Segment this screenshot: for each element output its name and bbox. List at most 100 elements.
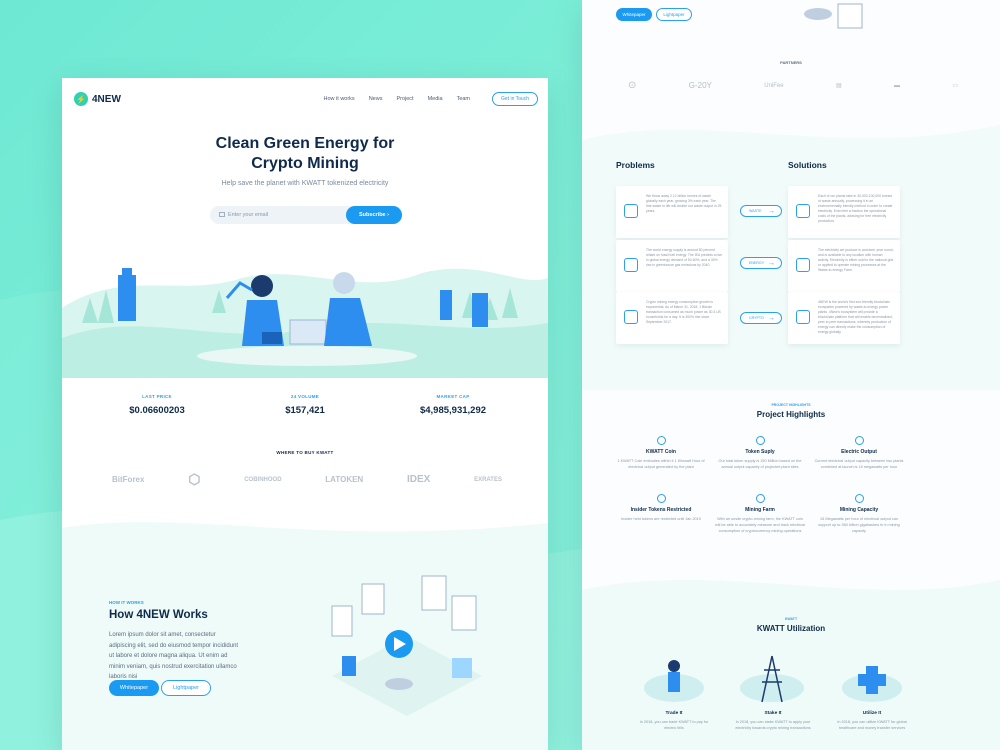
partner-unifee[interactable]: UniFee <box>764 83 783 89</box>
stat-value: $4,985,931,292 <box>419 405 487 416</box>
hero-title: Clean Green Energy for Crypto Mining <box>62 134 548 174</box>
logo-bolt-icon[interactable]: ⚡ <box>74 92 88 106</box>
nav-link-media[interactable]: Media <box>428 96 443 102</box>
highlight-title: Electric Output <box>841 449 877 455</box>
problem-text: We throw away 2.12 billion tonnes of was… <box>646 194 722 213</box>
highlight-title: Token Suply <box>745 449 775 455</box>
stat-label: LAST PRICE <box>142 394 172 399</box>
top-nav: ⚡ 4NEW How it works News Project Media T… <box>74 89 538 109</box>
crypto-pill[interactable]: CRYPTO → <box>740 312 782 324</box>
plant-icon <box>796 204 810 218</box>
solution-card: The electricity we produce is constant, … <box>788 240 900 292</box>
solution-text: The electricity we produce is constant, … <box>818 248 894 272</box>
solution-text: Each of our plants take in 30,000-100,00… <box>818 194 893 223</box>
util-desc: In 2018, you can trade KWATT to pay for … <box>639 720 709 730</box>
pill-label: ENERGY <box>749 261 765 265</box>
landing-page-card: ⚡ 4NEW How it works News Project Media T… <box>62 78 548 750</box>
partner-logo-5-icon[interactable]: ▬ <box>894 83 900 89</box>
partner-g20y[interactable]: G-20Y <box>689 81 712 90</box>
waste-pill[interactable]: WASTE → <box>740 205 782 217</box>
stat-24-volume: 24 VOLUME $157,421 <box>240 394 370 416</box>
lock-icon <box>656 494 666 503</box>
highlight-title: KWATT Coin <box>646 449 676 455</box>
nav-link-team[interactable]: Team <box>457 96 470 102</box>
util-desc: In 2018, you can stake KWATT to apply yo… <box>735 720 811 730</box>
pill-label: CRYPTO <box>749 316 764 320</box>
problem-text: The world energy supply is around 80 per… <box>646 248 723 267</box>
lightpaper-button[interactable]: Lightpaper <box>161 680 211 696</box>
solutions-title: Solutions <box>788 160 827 170</box>
bolt-icon <box>854 436 864 445</box>
logo-text[interactable]: 4NEW <box>92 94 121 105</box>
energy-pill[interactable]: ENERGY → <box>740 257 782 269</box>
exchange-exrates[interactable]: EXRATES <box>474 477 502 483</box>
nav-link-news[interactable]: News <box>369 96 383 102</box>
email-placeholder: Enter your email <box>228 212 269 218</box>
arrow-right-icon: → <box>768 259 775 267</box>
highlight-desc: Insider held tokens are restricted until… <box>621 517 701 521</box>
highlight-item: Insider Tokens Restricted Insider held to… <box>616 494 706 522</box>
stat-last-price: LAST PRICE $0.06600203 <box>92 394 222 416</box>
nav-link-how-it-works[interactable]: How it works <box>324 96 355 102</box>
details-page-card: Whitepaper Lightpaper PARTNERS ⊙ G-20Y U… <box>582 0 1000 750</box>
partners-label: PARTNERS <box>780 60 802 65</box>
stat-label: 24 VOLUME <box>290 394 320 399</box>
highlight-desc: With an onsite crypto-mining farm, the K… <box>715 517 805 533</box>
problems-title: Problems <box>616 160 655 170</box>
mail-icon <box>219 212 225 217</box>
highlights-kicker: PROJECT HIGHLIGHTS <box>771 403 811 407</box>
whitepaper-button[interactable]: Whitepaper <box>616 8 652 21</box>
pill-label: WASTE <box>749 209 762 213</box>
hero-illustration <box>62 268 548 378</box>
solution-card: Each of our plants take in 30,000-100,00… <box>788 186 900 238</box>
highlight-item: Electric Output Current electrical output… <box>814 436 904 470</box>
hero-subtitle: Help save the planet with KWATT tokenize… <box>221 180 389 187</box>
server-icon <box>755 494 765 503</box>
gauge-icon <box>854 494 864 503</box>
lightpaper-button[interactable]: Lightpaper <box>656 8 692 21</box>
util-title: Trade It <box>665 711 683 716</box>
trash-icon <box>624 204 638 218</box>
how-body: Lorem ipsum dolor sit amet, consectetur … <box>109 632 239 680</box>
stat-value: $157,421 <box>285 405 325 416</box>
arrow-right-icon: → <box>768 207 775 215</box>
exchange-idex[interactable]: IDEX <box>407 474 430 485</box>
highlight-item: Token Suply Our total token supply is 150… <box>715 436 805 470</box>
partner-logo-6-icon[interactable]: ▭ <box>952 82 958 89</box>
hero-title-line2: Crypto Mining <box>251 155 359 172</box>
highlight-title: Mining Farm <box>745 507 775 513</box>
partner-wmc-icon[interactable]: ▤ <box>836 82 842 89</box>
problem-text: Crypto mining energy consumption growth … <box>646 300 721 324</box>
highlight-desc: 1 KWATT Coin embodies within it 1 Kilowa… <box>617 459 705 469</box>
token-icon <box>755 436 765 445</box>
partner-logos: ⊙ G-20Y UniFee ▤ ▬ ▭ <box>628 80 958 91</box>
problem-card: Crypto mining energy consumption growth … <box>616 292 728 344</box>
highlight-title: Insider Tokens Restricted <box>630 507 692 513</box>
utilization-title: KWATT Utilization <box>756 624 826 633</box>
exchange-logos: BitForex ⬡ COBINHOOD LATOKEN IDEX EXRATE… <box>112 471 502 488</box>
subscribe-button[interactable]: Subscribe › <box>346 206 402 224</box>
util-title: Stake It <box>764 711 782 716</box>
util-item: Trade It In 2018, you can trade KWATT to … <box>634 711 714 731</box>
get-in-touch-button[interactable]: Get in Touch <box>492 92 538 106</box>
problem-card: We throw away 2.12 billion tonnes of was… <box>616 186 728 238</box>
util-item: Stake It In 2018, you can stake KWATT to … <box>733 711 813 731</box>
how-it-works-illustration <box>331 575 482 716</box>
stat-value: $0.06600203 <box>129 405 185 416</box>
highlight-item: KWATT Coin 1 KWATT Coin embodies within i… <box>616 436 706 470</box>
where-to-buy-label: WHERE TO BUY KWATT <box>276 450 334 455</box>
whitepaper-button[interactable]: Whitepaper <box>109 680 159 696</box>
highlight-desc: 15 Megawatts per hour of electrical outp… <box>818 517 900 533</box>
email-input[interactable]: Enter your email Subscribe › <box>210 206 402 224</box>
exchange-latoken[interactable]: LATOKEN <box>325 475 363 484</box>
stat-label: MARKET CAP <box>436 394 470 399</box>
energy-icon <box>624 258 638 272</box>
exchange-hex-icon[interactable]: ⬡ <box>188 471 200 488</box>
util-title: Utilize It <box>862 711 882 716</box>
solution-card: 4NEW is the world's first eco-friendly b… <box>788 292 900 344</box>
utilization-illustrations <box>644 655 902 703</box>
partner-circle-icon[interactable]: ⊙ <box>628 80 636 91</box>
nav-link-project[interactable]: Project <box>396 96 413 102</box>
exchange-bitforex[interactable]: BitForex <box>112 475 144 484</box>
exchange-cobinhood[interactable]: COBINHOOD <box>244 477 281 483</box>
